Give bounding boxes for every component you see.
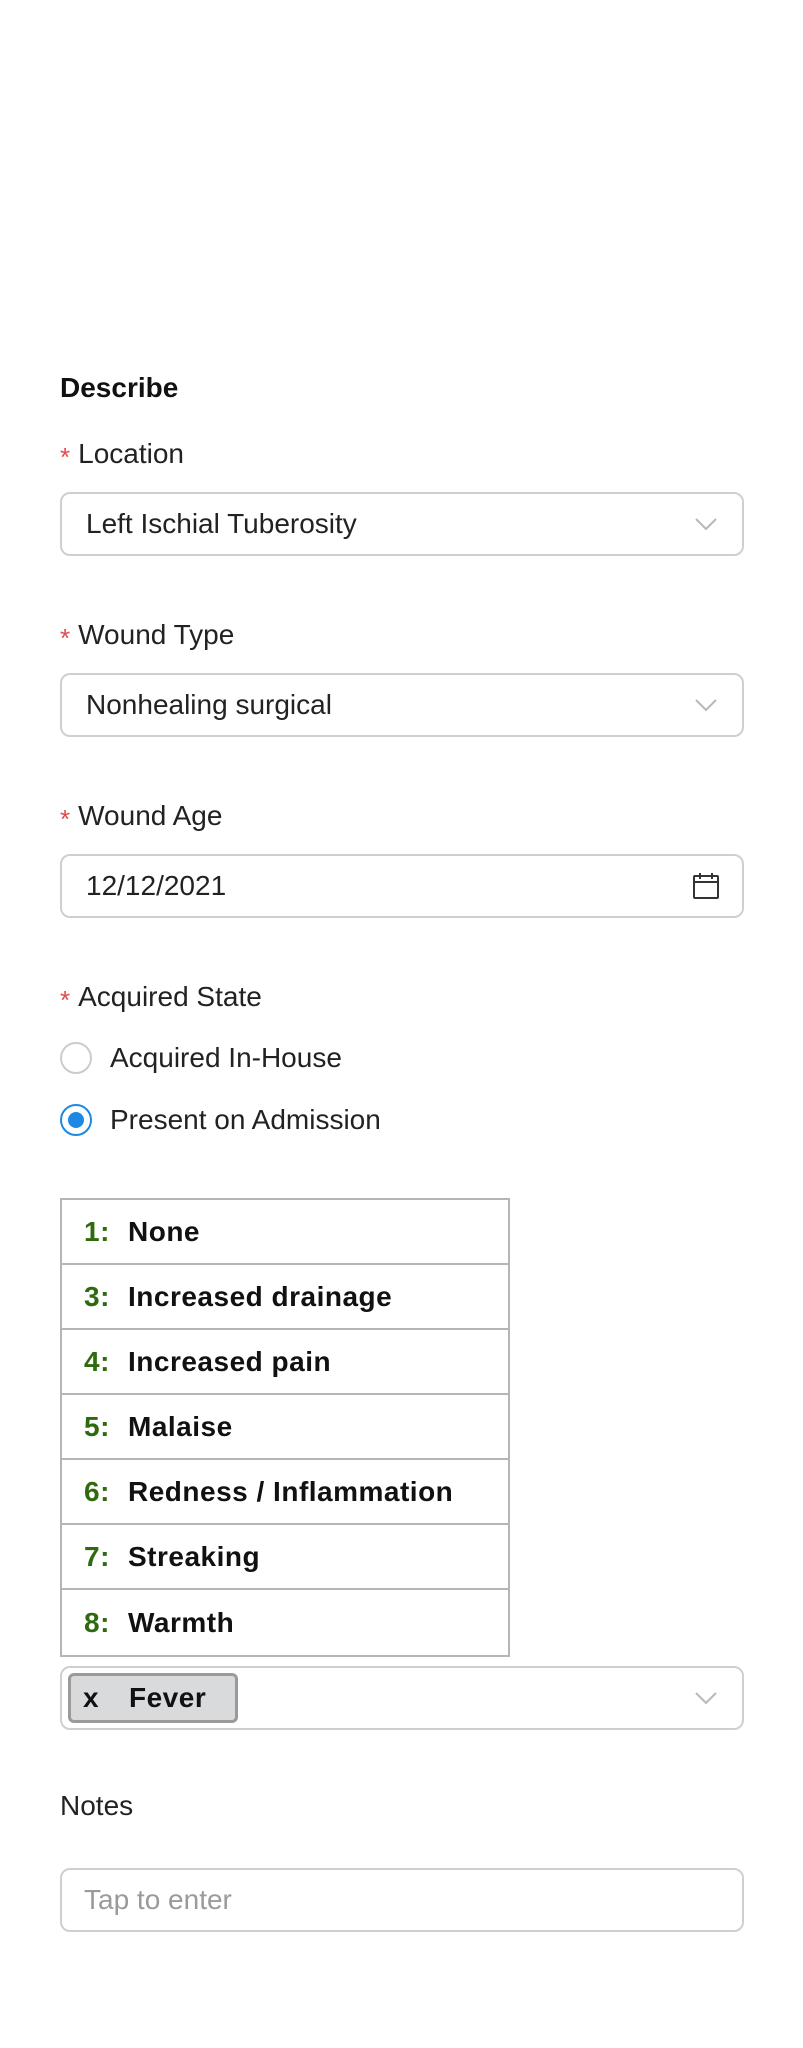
option-label: Increased pain	[128, 1345, 332, 1377]
signs-multiselect[interactable]: x Fever	[60, 1666, 744, 1730]
calendar-icon[interactable]	[690, 870, 722, 902]
wound-type-select[interactable]: Nonhealing surgical	[60, 673, 744, 737]
option-shortcut-key: 3:	[84, 1280, 110, 1312]
wound-type-label: * Wound Type	[60, 617, 234, 653]
radio-acquired-in-house[interactable]: Acquired In-House	[60, 1038, 342, 1078]
wound-describe-form: Describe * Location Left Ischial Tuberos…	[0, 0, 803, 2048]
radio-label: Present on Admission	[110, 1104, 381, 1135]
acquired-state-label-text: Acquired State	[78, 981, 262, 1012]
option-item-streaking[interactable]: 7: Streaking	[62, 1525, 508, 1590]
option-item-increased-drainage[interactable]: 3: Increased drainage	[62, 1265, 508, 1330]
wound-age-label-text: Wound Age	[78, 800, 223, 831]
option-shortcut-key: 1:	[84, 1215, 110, 1247]
location-value: Left Ischial Tuberosity	[86, 508, 357, 539]
chevron-down-icon	[695, 518, 717, 531]
radio-present-on-admission[interactable]: Present on Admission	[60, 1100, 381, 1140]
required-asterisk: *	[60, 984, 71, 1015]
radio-label: Acquired In-House	[110, 1042, 342, 1073]
notes-input[interactable]	[84, 1870, 714, 1930]
location-label-text: Location	[78, 438, 184, 469]
location-select[interactable]: Left Ischial Tuberosity	[60, 492, 744, 556]
wound-age-value: 12/12/2021	[86, 870, 227, 901]
wound-age-date-field[interactable]: 12/12/2021	[60, 854, 744, 918]
option-label: Malaise	[128, 1410, 233, 1442]
notes-field[interactable]	[60, 1868, 744, 1932]
section-title: Describe	[60, 372, 179, 403]
required-asterisk: *	[60, 803, 71, 834]
notes-label: Notes	[60, 1790, 134, 1821]
option-item-redness-inflammation[interactable]: 6: Redness / Inflammation	[62, 1460, 508, 1525]
radio-button-selected[interactable]	[60, 1104, 92, 1136]
option-label: None	[128, 1215, 200, 1247]
wound-type-value: Nonhealing surgical	[86, 689, 332, 720]
signs-options-list: 1: None 3: Increased drainage 4: Increas…	[60, 1198, 510, 1657]
wound-type-label-text: Wound Type	[78, 619, 235, 650]
option-label: Increased drainage	[128, 1280, 393, 1312]
chevron-down-icon[interactable]	[690, 1682, 722, 1714]
option-shortcut-key: 5:	[84, 1410, 110, 1442]
required-asterisk: *	[60, 622, 71, 653]
option-shortcut-key: 6:	[84, 1475, 110, 1507]
option-item-malaise[interactable]: 5: Malaise	[62, 1395, 508, 1460]
selected-tag-fever: x Fever	[68, 1673, 238, 1723]
option-item-warmth[interactable]: 8: Warmth	[62, 1590, 508, 1655]
chevron-down-icon	[695, 699, 717, 712]
tag-label: Fever	[129, 1682, 207, 1713]
option-item-none[interactable]: 1: None	[62, 1200, 508, 1265]
wound-age-label: * Wound Age	[60, 798, 222, 834]
option-shortcut-key: 7:	[84, 1540, 110, 1572]
acquired-state-label: * Acquired State	[60, 979, 262, 1015]
option-shortcut-key: 8:	[84, 1606, 110, 1638]
remove-tag-button[interactable]: x	[83, 1682, 111, 1714]
radio-button[interactable]	[60, 1042, 92, 1074]
option-label: Streaking	[128, 1540, 261, 1572]
location-label: * Location	[60, 436, 184, 472]
option-label: Warmth	[128, 1606, 235, 1638]
required-asterisk: *	[60, 441, 71, 472]
option-shortcut-key: 4:	[84, 1345, 110, 1377]
option-item-increased-pain[interactable]: 4: Increased pain	[62, 1330, 508, 1395]
option-label: Redness / Inflammation	[128, 1475, 454, 1507]
